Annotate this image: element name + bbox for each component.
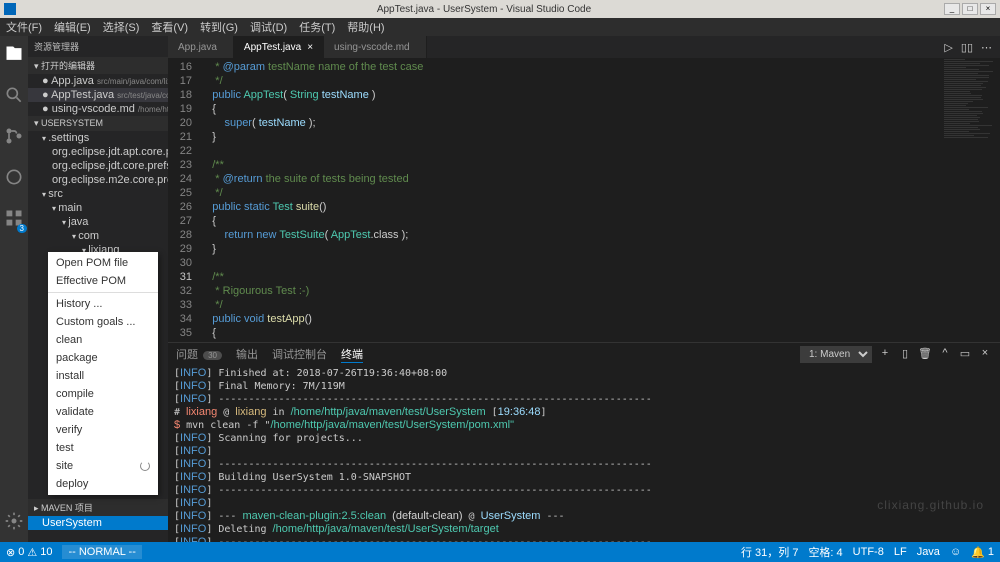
- menu-item[interactable]: 调试(D): [250, 19, 287, 35]
- menu-item[interactable]: 编辑(E): [54, 19, 91, 35]
- panel-tabs: 问题 30 输出 调试控制台 终端 1: Maven + ▯ 🗑 ^ ▭ ×: [168, 343, 1000, 365]
- editor-tab[interactable]: App.java: [168, 36, 234, 58]
- close-panel-icon[interactable]: ×: [978, 347, 992, 361]
- cursor-position[interactable]: 行 31，列 7: [741, 544, 798, 560]
- open-editor-item[interactable]: ● App.java src/main/java/com/lixiang: [28, 74, 168, 88]
- maximize-button[interactable]: □: [962, 3, 978, 15]
- menu-item[interactable]: 转到(G): [200, 19, 238, 35]
- editor-actions: ▷ ▯▯ ⋯: [944, 36, 1000, 58]
- tree-item[interactable]: .settings: [28, 131, 168, 145]
- code-content[interactable]: * @param testName name of the test case …: [200, 58, 1000, 342]
- notifications-icon[interactable]: 🔔 1: [971, 546, 994, 559]
- tree-item[interactable]: src: [28, 187, 168, 201]
- editor-tab[interactable]: using-vscode.md: [324, 36, 427, 58]
- settings-icon[interactable]: [4, 511, 24, 534]
- maven-project[interactable]: UserSystem: [28, 516, 168, 530]
- context-menu-item[interactable]: package: [48, 349, 158, 367]
- run-icon[interactable]: ▷: [944, 41, 952, 54]
- tree-item[interactable]: com: [28, 229, 168, 243]
- encoding-status[interactable]: UTF-8: [853, 546, 884, 558]
- vscode-icon: [4, 3, 16, 15]
- window-controls: _ □ ×: [944, 3, 996, 15]
- panel-tab-debug[interactable]: 调试控制台: [272, 346, 327, 362]
- indent-status[interactable]: 空格: 4: [808, 544, 842, 560]
- minimap[interactable]: [940, 58, 1000, 342]
- context-menu-item[interactable]: site: [48, 457, 158, 475]
- new-terminal-icon[interactable]: +: [878, 347, 892, 361]
- search-icon[interactable]: [4, 85, 24, 108]
- statusbar: ⊗ 0 ⚠ 10 -- NORMAL -- 行 31，列 7 空格: 4 UTF…: [0, 542, 1000, 562]
- menu-item[interactable]: 任务(T): [299, 19, 335, 35]
- menu-item[interactable]: 文件(F): [6, 19, 42, 35]
- menu-item[interactable]: 查看(V): [151, 19, 188, 35]
- scm-icon[interactable]: [4, 126, 24, 149]
- extensions-icon[interactable]: 3: [4, 208, 24, 231]
- panel-tab-terminal[interactable]: 终端: [341, 346, 363, 363]
- sidebar-header: 资源管理器: [28, 36, 168, 57]
- bottom-panel: 问题 30 输出 调试控制台 终端 1: Maven + ▯ 🗑 ^ ▭ × […: [168, 342, 1000, 542]
- vim-mode: -- NORMAL --: [62, 545, 141, 559]
- context-menu-item[interactable]: Custom goals ...: [48, 313, 158, 331]
- menubar: 文件(F) 编辑(E) 选择(S) 查看(V) 转到(G) 调试(D) 任务(T) 帮助(H): [0, 18, 1000, 36]
- window-title: AppTest.java - UserSystem - Visual Studi…: [24, 4, 944, 15]
- context-menu-item[interactable]: verify: [48, 421, 158, 439]
- open-editor-item[interactable]: ● AppTest.java src/test/java/com/lixia..…: [28, 88, 168, 102]
- kill-terminal-icon[interactable]: 🗑: [918, 347, 932, 361]
- maven-section[interactable]: ▸ MAVEN 项目: [28, 499, 168, 516]
- context-menu-item[interactable]: deploy: [48, 475, 158, 493]
- status-errors[interactable]: ⊗ 0 ⚠ 10: [6, 546, 52, 559]
- context-menu-item[interactable]: History ...: [48, 295, 158, 313]
- activitybar: 3: [0, 36, 28, 542]
- context-menu-item[interactable]: install: [48, 367, 158, 385]
- watermark: clixiang.github.io: [877, 498, 984, 512]
- editor-tabs: App.javaAppTest.java×using-vscode.md ▷ ▯▯ ⋯: [168, 36, 1000, 58]
- menu-item[interactable]: 选择(S): [103, 19, 140, 35]
- menu-item[interactable]: 帮助(H): [347, 19, 384, 35]
- tree-item[interactable]: main: [28, 201, 168, 215]
- language-status[interactable]: Java: [917, 546, 940, 558]
- panel-tab-output[interactable]: 输出: [236, 346, 258, 362]
- context-menu-item[interactable]: test: [48, 439, 158, 457]
- split-editor-icon[interactable]: ▯▯: [961, 41, 973, 54]
- code-editor[interactable]: 1617181920212223242526272829303132333435…: [168, 58, 1000, 342]
- editor-tab[interactable]: AppTest.java×: [234, 36, 324, 58]
- close-button[interactable]: ×: [980, 3, 996, 15]
- terminal-content[interactable]: [INFO] Finished at: 2018-07-26T19:36:40+…: [168, 365, 1000, 542]
- panel-tab-problems[interactable]: 问题 30: [176, 346, 222, 362]
- tree-item[interactable]: org.eclipse.jdt.apt.core.prefs: [28, 145, 168, 159]
- context-menu-item[interactable]: compile: [48, 385, 158, 403]
- debug-icon[interactable]: [4, 167, 24, 190]
- titlebar: AppTest.java - UserSystem - Visual Studi…: [0, 0, 1000, 18]
- tree-item[interactable]: java: [28, 215, 168, 229]
- open-editor-item[interactable]: ● using-vscode.md /home/http/hexoh...: [28, 102, 168, 116]
- maximize-panel-icon[interactable]: ^: [938, 347, 952, 361]
- maven-context-menu: Open POM fileEffective POM History ...Cus…: [48, 252, 158, 495]
- context-menu-item[interactable]: clean: [48, 331, 158, 349]
- editor-area: App.javaAppTest.java×using-vscode.md ▷ ▯▯ ⋯…: [168, 36, 1000, 542]
- terminal-task-select[interactable]: 1: Maven: [800, 346, 872, 363]
- context-menu-item[interactable]: validate: [48, 403, 158, 421]
- open-editors-header[interactable]: ▾ 打开的编辑器: [28, 57, 168, 74]
- workspace-header[interactable]: ▾ USERSYSTEM: [28, 116, 168, 131]
- context-menu-item[interactable]: Open POM file: [48, 254, 158, 272]
- more-icon[interactable]: ⋯: [981, 41, 992, 54]
- explorer-icon[interactable]: [4, 44, 24, 67]
- eol-status[interactable]: LF: [894, 546, 907, 558]
- feedback-icon[interactable]: ☺: [950, 546, 961, 558]
- line-gutter: 1617181920212223242526272829303132333435…: [168, 58, 200, 342]
- tree-item[interactable]: org.eclipse.jdt.core.prefs: [28, 159, 168, 173]
- split-terminal-icon[interactable]: ▯: [898, 347, 912, 361]
- toggle-layout-icon[interactable]: ▭: [958, 347, 972, 361]
- close-tab-icon[interactable]: ×: [307, 42, 313, 53]
- tree-item[interactable]: org.eclipse.m2e.core.prefs: [28, 173, 168, 187]
- context-menu-item[interactable]: Effective POM: [48, 272, 158, 290]
- minimize-button[interactable]: _: [944, 3, 960, 15]
